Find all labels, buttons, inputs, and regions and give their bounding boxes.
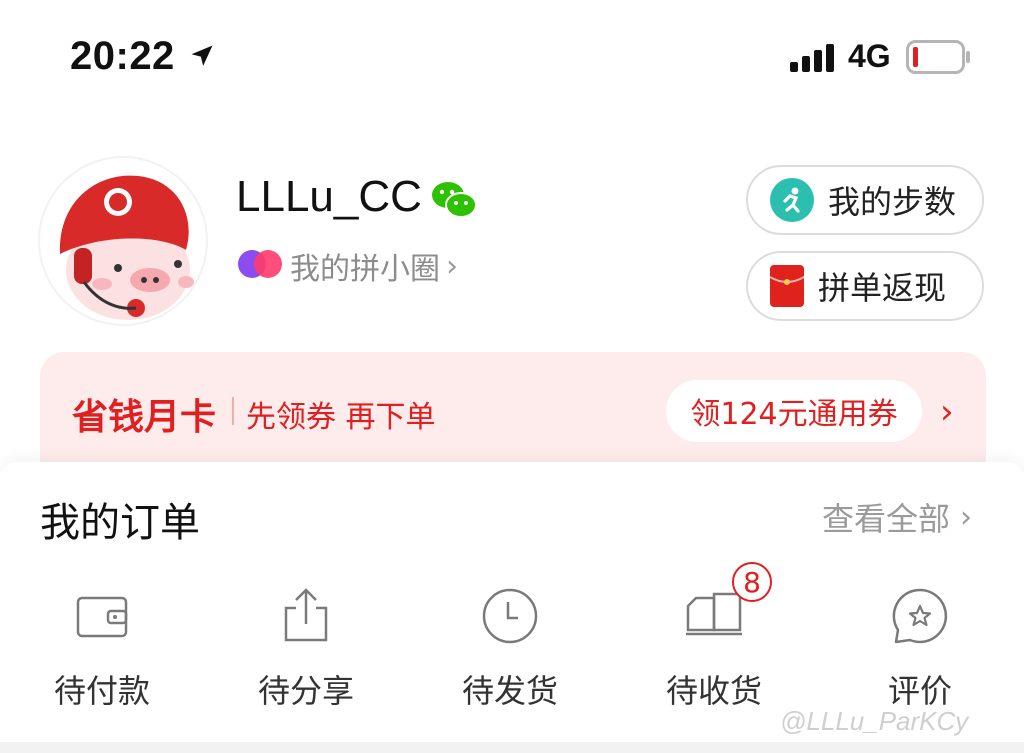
coupon-button[interactable]: 领124元通用券 — [666, 380, 922, 442]
order-label: 待分享 — [257, 672, 354, 710]
view-all-orders-link[interactable]: 查看全部 › — [822, 494, 972, 540]
location-arrow-icon — [191, 45, 213, 66]
banner-title: 省钱月卡 — [72, 397, 217, 438]
battery-icon — [906, 40, 970, 74]
network-type: 4G — [848, 38, 891, 74]
receipt-count-badge: 8 — [732, 562, 772, 602]
my-steps-label: 我的步数 — [828, 183, 957, 221]
username: LLLu_CC — [236, 172, 422, 221]
cashback-button[interactable]: 拼单返现 — [746, 251, 984, 321]
pin-circle-link[interactable]: 我的拼小圈 › — [290, 244, 458, 288]
status-time: 20:22 — [70, 34, 175, 78]
order-pending-share[interactable]: 待分享 — [226, 584, 386, 714]
order-pending-payment[interactable]: 待付款 — [22, 584, 182, 714]
avatar[interactable] — [40, 158, 206, 324]
order-label: 待付款 — [53, 672, 150, 710]
order-label: 待收货 — [665, 672, 762, 710]
wallet-icon — [76, 596, 128, 638]
wechat-icon — [432, 182, 477, 218]
order-pending-receipt[interactable]: 待收货 — [634, 584, 794, 714]
banner-divider — [232, 397, 234, 425]
avatar-pig-icon — [59, 175, 194, 320]
cashback-label: 拼单返现 — [818, 269, 947, 307]
pin-circle-icon — [238, 250, 282, 278]
orders-title: 我的订单 — [40, 500, 200, 546]
running-icon — [770, 178, 814, 222]
banner-chevron-icon[interactable]: › — [940, 392, 954, 432]
bottom-divider — [0, 742, 1024, 753]
chevron-right-icon: › — [446, 248, 458, 284]
view-all-label: 查看全部 — [822, 500, 951, 538]
red-packet-icon — [770, 265, 804, 307]
clock-icon — [482, 588, 538, 644]
share-icon — [284, 588, 328, 642]
watermark: @LLLu_ParKCy — [780, 706, 969, 736]
banner-subtitle: 先领券 再下单 — [246, 400, 436, 435]
order-review[interactable]: 评价 — [840, 584, 1000, 714]
review-star-icon — [892, 588, 948, 644]
chevron-right-icon: › — [960, 499, 973, 535]
order-pending-shipment[interactable]: 待发货 — [430, 584, 590, 714]
pin-circle-label: 我的拼小圈 — [290, 252, 440, 287]
order-label: 待发货 — [461, 672, 558, 710]
signal-icon — [790, 44, 834, 72]
my-steps-button[interactable]: 我的步数 — [746, 165, 984, 235]
